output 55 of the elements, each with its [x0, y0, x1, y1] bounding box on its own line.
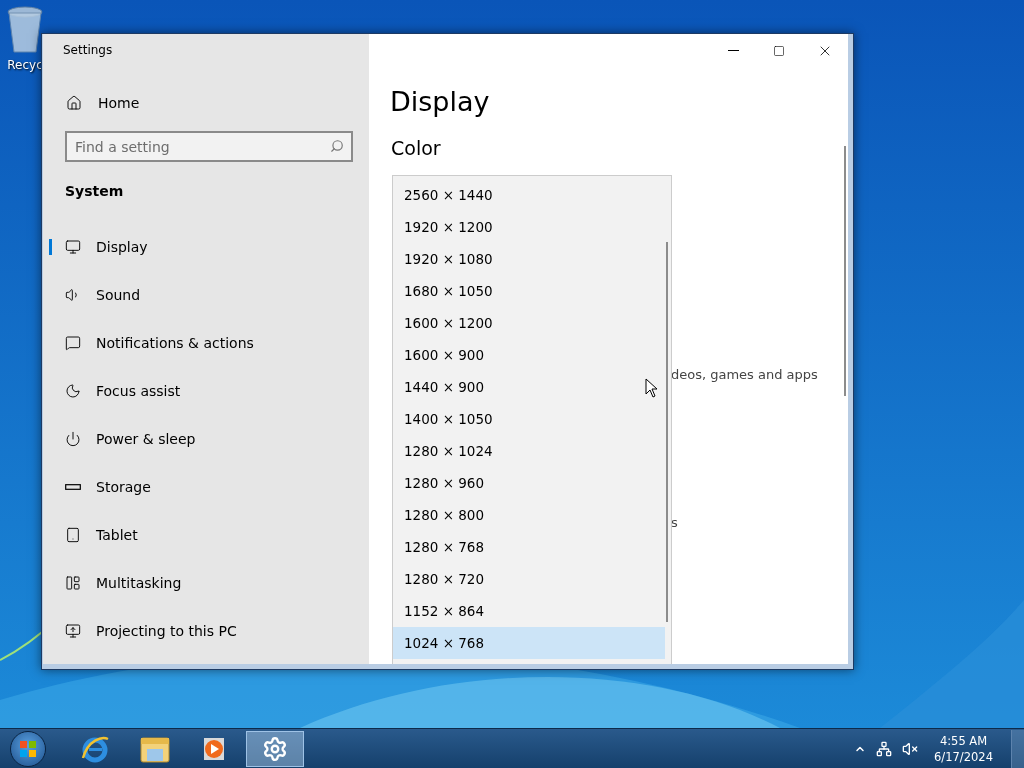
window-title: Settings — [63, 43, 114, 57]
projector-icon — [65, 623, 81, 639]
search-field[interactable]: Find a setting — [65, 131, 353, 162]
message-icon — [65, 335, 81, 351]
scrollbar[interactable] — [844, 146, 846, 396]
nav-item[interactable]: Sound — [43, 271, 369, 319]
scrollbar[interactable] — [666, 242, 668, 622]
dropdown-option[interactable]: 1280 × 1024 — [393, 435, 665, 467]
dropdown-option[interactable]: 1152 × 864 — [393, 595, 665, 627]
partial-text: s — [671, 515, 678, 530]
section-heading: Color — [391, 137, 442, 159]
cursor-icon — [645, 378, 659, 398]
network-icon[interactable] — [876, 740, 893, 757]
nav-item[interactable]: Multitasking — [43, 559, 369, 607]
tablet-icon — [65, 527, 81, 543]
taskbar-app[interactable] — [246, 730, 304, 767]
muted-speaker-icon[interactable] — [902, 740, 919, 757]
clock[interactable]: 4:55 AM 6/17/2024 — [934, 732, 993, 765]
dropdown-option[interactable]: 1280 × 800 — [393, 499, 665, 531]
section-heading: System — [65, 183, 125, 199]
search-icon — [330, 139, 344, 153]
power-icon — [65, 431, 81, 447]
dropdown-option[interactable]: 1440 × 900 — [393, 371, 665, 403]
home-icon — [66, 95, 82, 111]
dropdown-option[interactable]: 1400 × 1050 — [393, 403, 665, 435]
nav-item[interactable]: Projecting to this PC — [43, 607, 369, 655]
nav-item[interactable]: Tablet — [43, 511, 369, 559]
partial-text: deos, games and apps — [671, 367, 818, 382]
dropdown-option[interactable]: 1280 × 720 — [393, 563, 665, 595]
dropdown-option[interactable]: 1920 × 1200 — [393, 211, 665, 243]
dropdown-option[interactable]: 1600 × 900 — [393, 339, 665, 371]
nav-item[interactable]: Notifications & actions — [43, 319, 369, 367]
page-title: Display — [390, 86, 491, 117]
minimize-icon — [727, 49, 739, 52]
nav-item[interactable]: Focus assist — [43, 367, 369, 415]
windows-logo-icon — [19, 739, 37, 758]
moon-icon — [65, 383, 81, 399]
multitasking-icon — [65, 575, 81, 591]
maximize-icon — [773, 44, 785, 57]
dropdown-option[interactable]: 1680 × 1050 — [393, 275, 665, 307]
dropdown-option[interactable]: 1024 × 768 — [393, 627, 665, 659]
dropdown-option[interactable]: 1280 × 768 — [393, 531, 665, 563]
gear-icon — [262, 735, 288, 762]
desktop-icon-label: Recyc — [7, 58, 43, 72]
nav-item[interactable]: Storage — [43, 463, 369, 511]
nav-item[interactable]: Power & sleep — [43, 415, 369, 463]
dropdown-option[interactable]: 1280 × 960 — [393, 467, 665, 499]
dropdown-option[interactable]: 2560 × 1440 — [393, 179, 665, 211]
storage-icon — [65, 484, 81, 490]
dropdown-option[interactable]: 1600 × 1200 — [393, 307, 665, 339]
trash-can-icon[interactable] — [6, 6, 44, 54]
start-button[interactable] — [10, 730, 46, 767]
home-link[interactable]: Home — [66, 95, 369, 111]
monitor-icon — [65, 239, 81, 255]
dropdown-option[interactable]: 1920 × 1080 — [393, 243, 665, 275]
